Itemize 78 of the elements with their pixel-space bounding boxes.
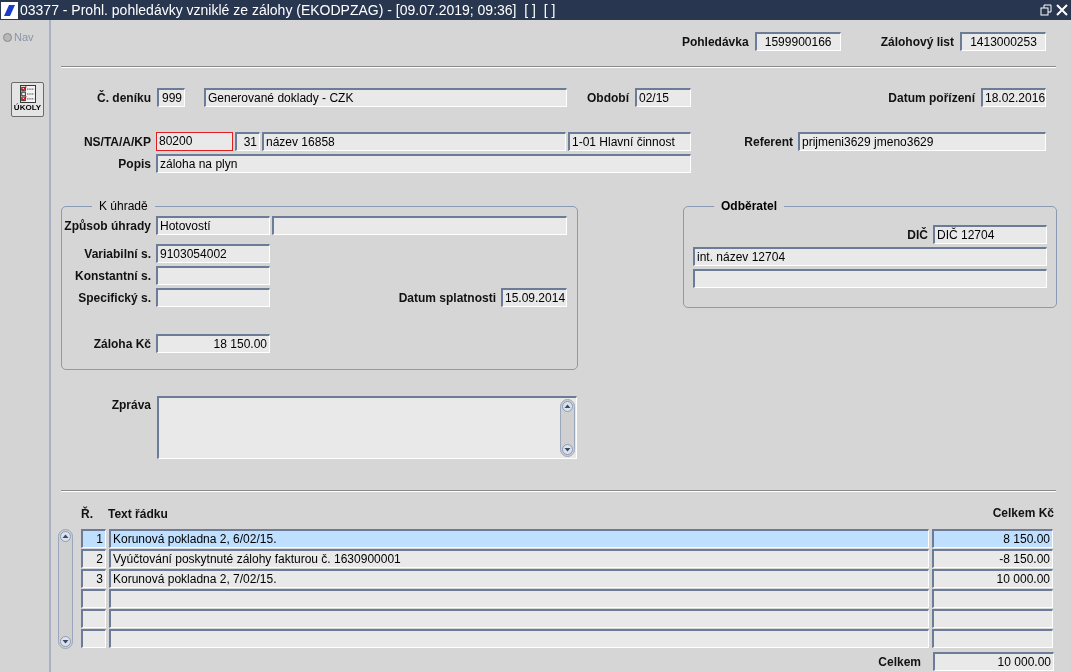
table-cell[interactable] bbox=[932, 629, 1053, 648]
input-field[interactable]: int. název 12704 bbox=[693, 247, 1047, 266]
input-field[interactable] bbox=[156, 266, 270, 285]
nav-radio[interactable] bbox=[3, 32, 12, 42]
scroll-up-icon[interactable] bbox=[60, 531, 71, 542]
checklist-icon bbox=[19, 84, 36, 103]
scrollbar[interactable] bbox=[58, 529, 73, 649]
input-field[interactable]: záloha na plyn bbox=[156, 154, 691, 173]
input-field[interactable]: 02/15 bbox=[635, 88, 691, 107]
field-label: Celkem bbox=[878, 653, 921, 671]
nav-label: Nav bbox=[14, 30, 34, 45]
tasks-button[interactable]: ÚKOLY bbox=[11, 81, 44, 117]
input-field[interactable]: 10 000.00 bbox=[933, 652, 1054, 671]
table-cell[interactable] bbox=[81, 609, 106, 628]
input-field[interactable]: název 16858 bbox=[262, 132, 566, 151]
field-label: Specifický s. bbox=[77, 289, 151, 307]
app-logo-icon bbox=[1, 1, 18, 19]
table-cell[interactable]: 2 bbox=[81, 549, 106, 568]
input-field[interactable]: 31 bbox=[235, 132, 260, 151]
input-field[interactable] bbox=[156, 288, 270, 307]
input-field[interactable] bbox=[693, 269, 1047, 288]
group-title: K úhradě bbox=[98, 198, 149, 215]
field-label: Text řádku bbox=[108, 507, 168, 521]
table-cell[interactable] bbox=[81, 589, 106, 608]
message-field[interactable] bbox=[157, 396, 577, 459]
field-label: Ř. bbox=[81, 507, 93, 521]
scroll-down-icon[interactable] bbox=[60, 636, 71, 647]
field-label: Variabilní s. bbox=[83, 245, 151, 263]
input-field[interactable]: 1599900166 bbox=[754, 32, 841, 51]
input-field[interactable]: 1413000253 bbox=[960, 32, 1046, 51]
table-cell[interactable] bbox=[109, 589, 929, 608]
input-field[interactable]: 9103054002 bbox=[156, 244, 270, 263]
input-field[interactable]: 1-01 Hlavní činnost bbox=[568, 132, 691, 151]
input-field[interactable]: prijmeni3629 jmeno3629 bbox=[798, 132, 1046, 151]
table-cell[interactable] bbox=[932, 589, 1053, 608]
field-label: Období bbox=[586, 89, 629, 107]
table-cell[interactable]: Vyúčtování poskytnuté zálohy fakturou č. 1630900001 bbox=[109, 549, 929, 568]
field-label: Pohledávka bbox=[681, 33, 749, 51]
field-label: Datum pořízení bbox=[888, 89, 975, 107]
input-field[interactable]: 15.09.2014 bbox=[501, 288, 567, 307]
field-label: Č. deníku bbox=[96, 89, 151, 107]
table-cell[interactable] bbox=[109, 629, 929, 648]
table-cell[interactable]: 10 000.00 bbox=[932, 569, 1053, 588]
field-label: Záloha Kč bbox=[92, 335, 151, 353]
table-cell[interactable] bbox=[932, 609, 1053, 628]
input-field[interactable] bbox=[272, 216, 567, 235]
field-label: Konstantní s. bbox=[74, 267, 151, 285]
field-label: NS/TA/A/KP bbox=[82, 133, 151, 151]
window-title: 03377 - Prohl. pohledávky vzniklé ze zálohy (EKODPZAG) - [09.07.2019; 09:36] [ ] [ ] bbox=[20, 0, 556, 20]
scrollbar[interactable] bbox=[560, 399, 575, 457]
scroll-down-icon[interactable] bbox=[562, 444, 573, 455]
table-cell[interactable]: 1 bbox=[81, 529, 106, 548]
table-cell[interactable]: Korunová pokladna 2, 7/02/15. bbox=[109, 569, 929, 588]
input-field[interactable]: 80200 bbox=[156, 132, 233, 151]
input-field[interactable]: 999 bbox=[157, 88, 185, 107]
field-label: Datum splatnosti bbox=[397, 289, 496, 307]
close-icon[interactable] bbox=[1056, 4, 1068, 16]
input-field[interactable]: Hotovostí bbox=[156, 216, 270, 235]
input-field[interactable]: 18 150.00 bbox=[156, 334, 270, 353]
table-cell[interactable] bbox=[81, 629, 106, 648]
field-label: Popis bbox=[117, 155, 151, 173]
table-cell[interactable]: 8 150.00 bbox=[932, 529, 1053, 548]
table-cell[interactable] bbox=[109, 609, 929, 628]
group-title: Odběratel bbox=[720, 198, 778, 215]
field-label: Celkem Kč bbox=[992, 505, 1054, 522]
input-field[interactable]: DIČ 12704 bbox=[933, 225, 1047, 244]
restore-icon[interactable] bbox=[1040, 4, 1052, 16]
field-label: Zálohový list bbox=[880, 33, 954, 51]
field-label: Referent bbox=[744, 133, 793, 151]
table-cell[interactable]: Korunová pokladna 2, 6/02/15. bbox=[109, 529, 929, 548]
table-cell[interactable]: -8 150.00 bbox=[932, 549, 1053, 568]
scroll-up-icon[interactable] bbox=[562, 401, 573, 412]
table-cell[interactable]: 3 bbox=[81, 569, 106, 588]
input-field[interactable]: Generované doklady - CZK bbox=[204, 88, 567, 107]
field-label: Způsob úhrady bbox=[63, 217, 151, 235]
field-label: DIČ bbox=[907, 226, 928, 244]
field-label: Zpráva bbox=[110, 397, 151, 414]
input-field[interactable]: 18.02.2016 bbox=[981, 88, 1046, 107]
